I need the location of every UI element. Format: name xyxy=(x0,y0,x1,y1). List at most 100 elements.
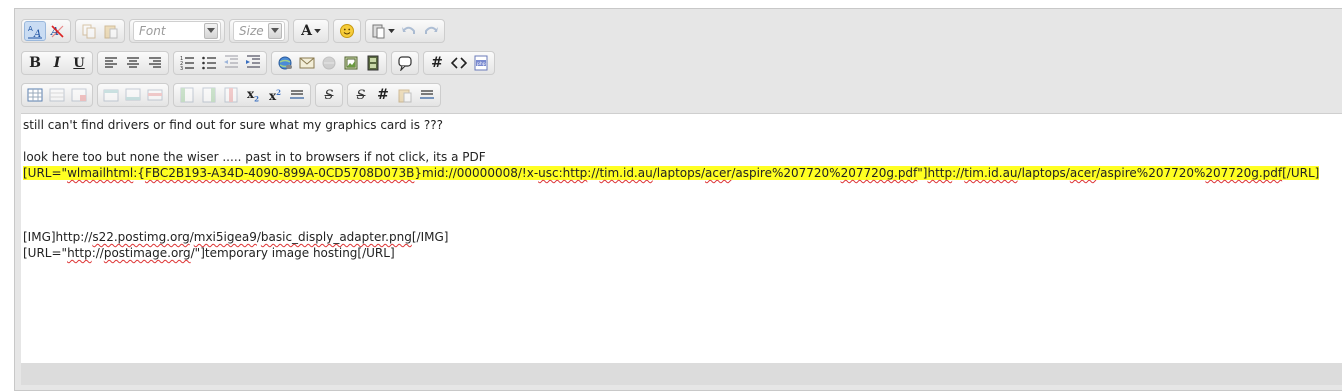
redo-icon xyxy=(425,26,438,34)
underline-button[interactable]: U xyxy=(68,53,90,73)
text-segment: [IMG]http:// xyxy=(23,230,93,244)
col-before-icon xyxy=(180,87,194,103)
text-segment: [URL=" xyxy=(23,246,68,260)
rich-text-editor: AA A Font Size A B I U 1 2 3 # php x2 x2… xyxy=(14,8,1342,391)
col-after-icon xyxy=(202,87,216,103)
page-break-button[interactable] xyxy=(416,85,438,105)
superscript-button[interactable]: x2 xyxy=(264,85,286,105)
toolbar-row-1: AA A Font Size A xyxy=(21,17,449,45)
emoticon-button[interactable] xyxy=(336,21,358,41)
toolbar-group-quote xyxy=(391,51,419,75)
align-center-button[interactable] xyxy=(122,53,144,73)
insert-hash-button[interactable]: # xyxy=(426,53,448,73)
delete-table-button[interactable] xyxy=(68,85,90,105)
bold-icon: B xyxy=(29,55,41,71)
hash-icon: # xyxy=(377,87,389,103)
paste-special-button[interactable] xyxy=(368,21,398,41)
highlighted-text: [URL="wlmailhtml:{FBC2B193-A34D-4090-899… xyxy=(23,166,1320,180)
content-blank-line xyxy=(23,197,1342,213)
bullet-list-button[interactable] xyxy=(198,53,220,73)
align-left-icon xyxy=(105,57,117,68)
insert-row-before-button[interactable] xyxy=(100,85,122,105)
image-icon xyxy=(344,56,358,70)
insert-table-button[interactable] xyxy=(24,85,46,105)
subscript-button[interactable]: x2 xyxy=(242,85,264,105)
font-select[interactable]: Font xyxy=(133,21,221,41)
insert-hash-alt-button[interactable]: # xyxy=(372,85,394,105)
chevron-down-icon xyxy=(204,23,218,39)
toolbar-row-3: x2 x2 S S # xyxy=(21,81,445,109)
delete-col-button[interactable] xyxy=(220,85,242,105)
insert-image-button[interactable] xyxy=(340,53,362,73)
insert-code-button[interactable] xyxy=(448,53,470,73)
outdent-button[interactable] xyxy=(220,53,242,73)
indent-icon xyxy=(246,55,260,68)
svg-text:A: A xyxy=(28,25,33,33)
copy-button[interactable] xyxy=(78,21,100,41)
table-properties-button[interactable] xyxy=(46,85,68,105)
toolbar-group-insert xyxy=(271,51,387,75)
text-segment: "] xyxy=(917,166,928,180)
text-segment: /laptops/ xyxy=(1017,166,1070,180)
strikethrough-alt-button[interactable]: S xyxy=(350,85,372,105)
url-tag-line: [URL="http://postimage.org/"]temporary i… xyxy=(23,245,1342,261)
insert-link-button[interactable] xyxy=(274,53,296,73)
insert-php-button[interactable]: php xyxy=(470,53,492,73)
row-before-icon xyxy=(103,89,119,102)
align-right-icon xyxy=(149,57,161,68)
misspelled-word: acer xyxy=(705,166,732,180)
undo-button[interactable] xyxy=(398,21,420,41)
film-icon xyxy=(367,55,379,71)
insert-email-button[interactable] xyxy=(296,53,318,73)
outdent-icon xyxy=(224,55,238,68)
misspelled-word: s22.postimg.org xyxy=(92,230,190,244)
page-break-icon xyxy=(420,90,434,99)
strikethrough-button[interactable]: S xyxy=(318,85,340,105)
insert-media-button[interactable] xyxy=(362,53,384,73)
insert-col-after-button[interactable] xyxy=(198,85,220,105)
toolbar-group-clipboard xyxy=(75,19,125,43)
switch-editor-mode-button[interactable]: AA xyxy=(24,21,46,41)
bullet-list-icon xyxy=(202,56,216,70)
align-right-button[interactable] xyxy=(144,53,166,73)
editor-content-area[interactable]: still can't find drivers or find out for… xyxy=(21,113,1342,363)
undo-icon xyxy=(402,26,415,34)
horizontal-rule-icon xyxy=(290,90,304,99)
envelope-icon xyxy=(299,57,315,69)
editor-status-bar xyxy=(21,363,1342,385)
misspelled-word: usc:http xyxy=(538,166,588,180)
insert-col-before-button[interactable] xyxy=(176,85,198,105)
unlink-button[interactable] xyxy=(318,53,340,73)
text-segment: }mid://00000008/!x- xyxy=(414,166,539,180)
content-blank-line xyxy=(23,213,1342,229)
content-line: look here too but none the wiser ..... p… xyxy=(23,150,486,164)
misspelled-word: 207720g.pdf xyxy=(1205,166,1283,180)
indent-button[interactable] xyxy=(242,53,264,73)
svg-text:3: 3 xyxy=(180,66,183,71)
misspelled-word: wlmailhtml xyxy=(67,166,134,180)
font-color-button[interactable]: A xyxy=(296,21,326,41)
size-select[interactable]: Size xyxy=(233,21,285,41)
paste-button[interactable] xyxy=(100,21,122,41)
size-select-label: Size xyxy=(239,24,264,38)
ordered-list-button[interactable]: 123 xyxy=(176,53,198,73)
globe-link-icon xyxy=(278,56,292,70)
paste-word-button[interactable] xyxy=(394,85,416,105)
content-line: still can't find drivers or find out for… xyxy=(23,118,443,132)
toolbar-group-emoticon xyxy=(333,19,361,43)
delete-row-button[interactable] xyxy=(144,85,166,105)
text-segment: :{ xyxy=(133,166,145,180)
misspelled-word: tim.id.au xyxy=(964,166,1018,180)
bold-button[interactable]: B xyxy=(24,53,46,73)
insert-row-after-button[interactable] xyxy=(122,85,144,105)
php-file-icon: php xyxy=(474,55,488,71)
redo-button[interactable] xyxy=(420,21,442,41)
italic-button[interactable]: I xyxy=(46,53,68,73)
insert-quote-button[interactable] xyxy=(394,53,416,73)
align-left-button[interactable] xyxy=(100,53,122,73)
text-segment: /"]temporary image hosting[/URL] xyxy=(190,246,395,260)
remove-format-button[interactable]: A xyxy=(46,21,68,41)
text-segment: :// xyxy=(91,246,104,260)
toolbar-group-format: AA A xyxy=(21,19,71,43)
horizontal-rule-button[interactable] xyxy=(286,85,308,105)
